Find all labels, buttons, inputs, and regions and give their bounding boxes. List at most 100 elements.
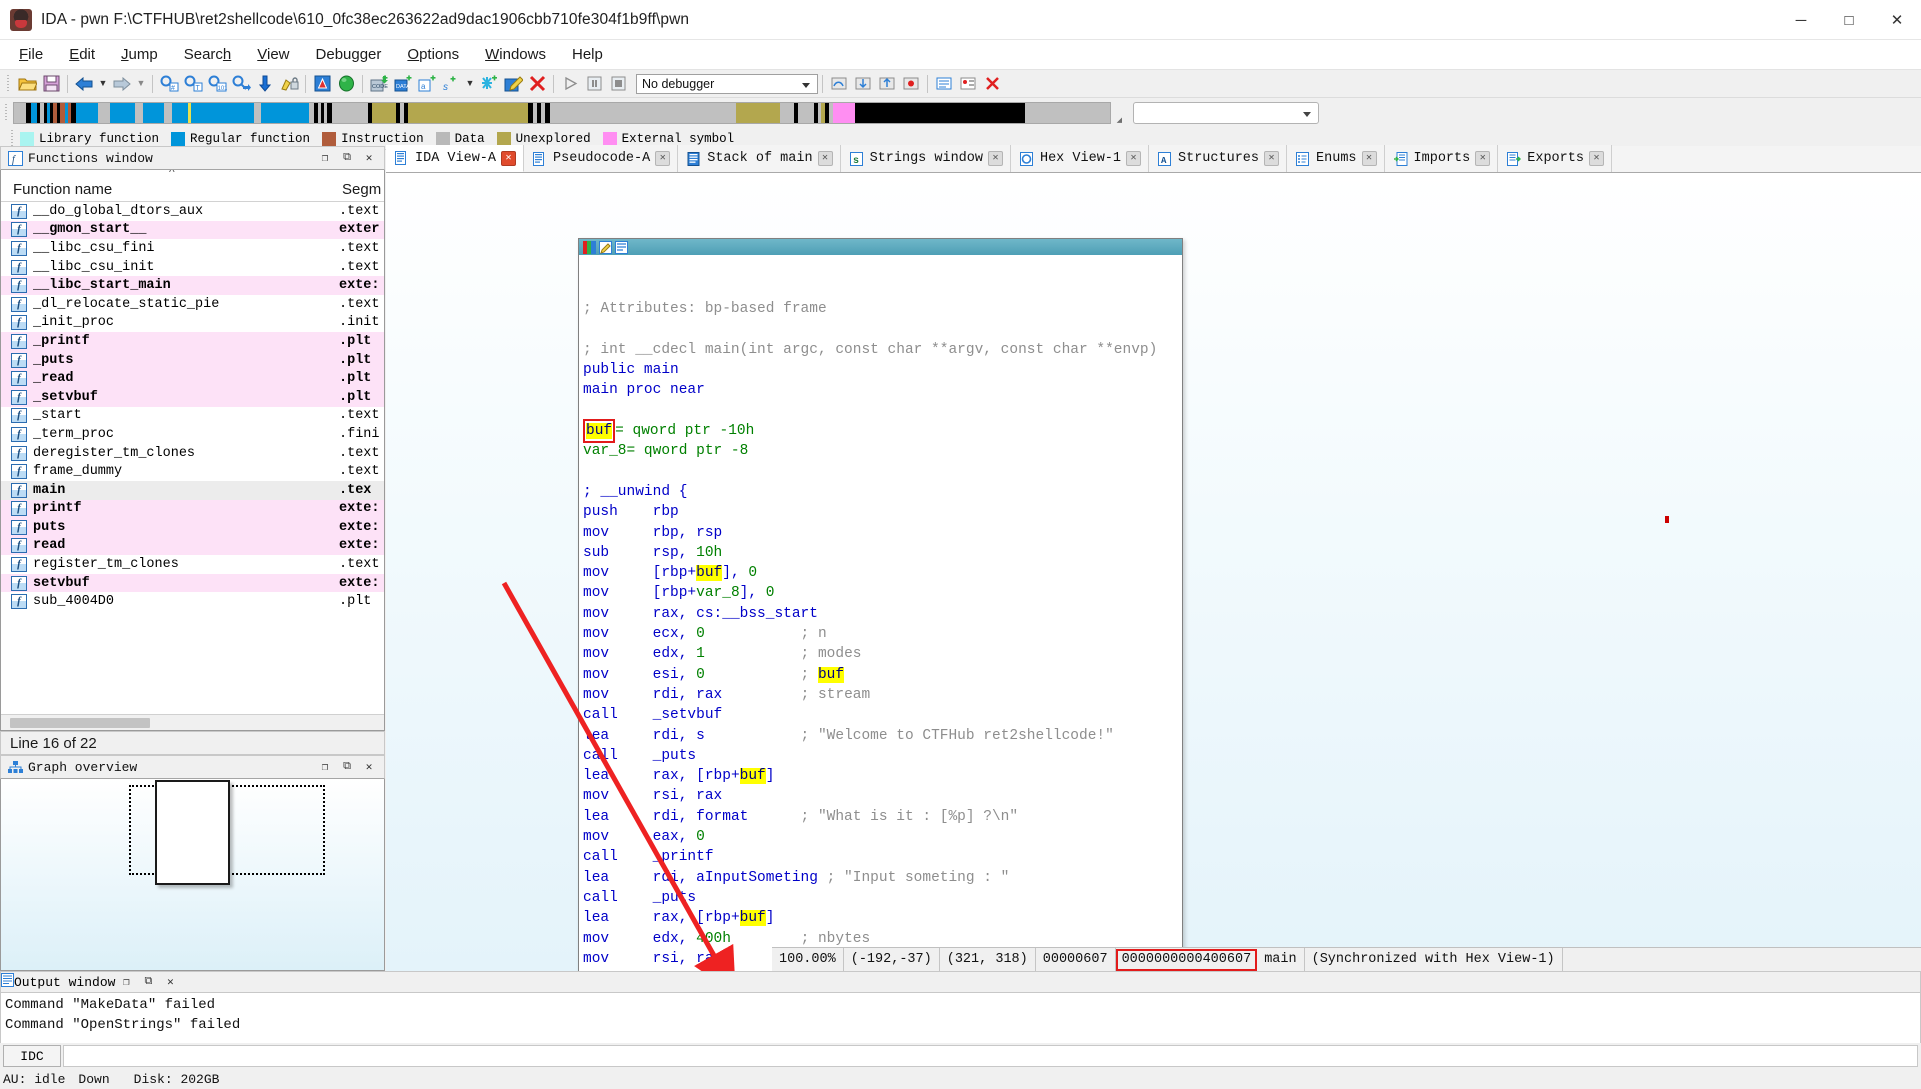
disassembly-line[interactable]: mov rax, cs:__bss_start [583, 604, 1182, 624]
tab-strings-window[interactable]: s Strings window ✕ [840, 145, 1011, 172]
disassembly-line[interactable]: push rbp [583, 502, 1182, 522]
make-array-icon[interactable]: a [416, 73, 438, 95]
highlight-lock-icon[interactable] [278, 73, 300, 95]
function-list-row[interactable]: f sub_4004D0 .plt [1, 592, 384, 611]
disassembly-area[interactable]: ; Attributes: bp-based frame ; int __cde… [386, 173, 1921, 971]
output-restore-button[interactable]: ⧉ [137, 972, 159, 992]
disassembly-line[interactable] [583, 320, 1182, 340]
disassembly-line[interactable]: mov rsi, rax [583, 786, 1182, 806]
disassembly-line[interactable]: lea rax, [rbp+buf] [583, 766, 1182, 786]
tab-pseudocode-a[interactable]: Pseudocode-A ✕ [524, 145, 679, 172]
column-header-function-name[interactable]: Function name [1, 181, 339, 198]
delete-icon[interactable] [526, 73, 548, 95]
disassembly-line[interactable]: main proc near [583, 380, 1182, 400]
tab-close-icon[interactable]: ✕ [1588, 151, 1604, 166]
functions-sort-indicator[interactable] [1, 170, 384, 179]
disassembly-line[interactable]: mov [rbp+var_8], 0 [583, 583, 1182, 603]
undefine-icon[interactable] [478, 73, 500, 95]
functions-list[interactable]: f __do_global_dtors_aux .text f __gmon_start… [1, 202, 384, 726]
function-list-row[interactable]: f printf exte: [1, 499, 384, 519]
function-list-row[interactable]: f __libc_csu_fini .text [1, 239, 384, 258]
disassembly-line[interactable]: mov edx, 400h ; nbytes [583, 929, 1182, 949]
disassembly-line[interactable]: lea rdi, format ; "What is it : [%p] ?\n… [583, 807, 1182, 827]
graph-maximize-button[interactable]: ❐ [314, 757, 336, 777]
disassembly-line[interactable]: mov ecx, 0 ; n [583, 624, 1182, 644]
disassembly-line[interactable]: buf = qword ptr -10h [583, 419, 1182, 444]
disassembly-line[interactable]: lea rax, [rbp+buf] [583, 908, 1182, 928]
toolbar-grip[interactable] [5, 73, 12, 95]
function-list-row[interactable]: f frame_dummy .text [1, 462, 384, 481]
tab-close-icon[interactable]: ✕ [501, 150, 517, 166]
make-data-icon[interactable]: DATA [392, 73, 414, 95]
pause-debugger-icon[interactable] [583, 73, 605, 95]
step-over-icon[interactable] [828, 73, 850, 95]
step-into-icon[interactable] [852, 73, 874, 95]
function-list-row[interactable]: f __gmon_start__ exter [1, 220, 384, 240]
disassembly-line[interactable]: ; Attributes: bp-based frame [583, 299, 1182, 319]
menu-file[interactable]: File [6, 43, 56, 66]
make-code-icon[interactable]: CODE [368, 73, 390, 95]
step-out-icon[interactable] [876, 73, 898, 95]
functions-maximize-button[interactable]: ❐ [314, 148, 336, 168]
disassembly-line[interactable] [583, 462, 1182, 482]
disassembly-line[interactable]: mov eax, 0 [583, 827, 1182, 847]
warning-icon[interactable] [311, 73, 333, 95]
search-text-icon[interactable]: T [182, 73, 204, 95]
menu-jump[interactable]: Jump [108, 43, 171, 66]
tab-structures[interactable]: A Structures ✕ [1149, 145, 1288, 172]
function-list-row[interactable]: f puts exte: [1, 518, 384, 537]
navband-grip[interactable] [3, 102, 11, 124]
disassembly-line[interactable]: mov rdi, rax ; stream [583, 685, 1182, 705]
column-header-segment[interactable]: Segm [339, 181, 384, 198]
disassembly-line[interactable]: lea rdi, s ; "Welcome to CTFHub ret2shel… [583, 726, 1182, 746]
graph-overview-body[interactable] [0, 779, 385, 971]
idc-command-input[interactable] [63, 1045, 1918, 1067]
save-icon[interactable] [40, 73, 62, 95]
disassembly-line[interactable] [583, 401, 1182, 421]
close-x-icon[interactable] [981, 73, 1003, 95]
jump-down-icon[interactable] [254, 73, 276, 95]
tab-exports[interactable]: Exports ✕ [1498, 145, 1612, 172]
output-close-button[interactable]: ✕ [159, 972, 181, 992]
tab-enums[interactable]: Enums ✕ [1287, 145, 1385, 172]
disassembly-line[interactable]: mov edx, 1 ; modes [583, 644, 1182, 664]
open-file-icon[interactable] [16, 73, 38, 95]
tab-close-icon[interactable]: ✕ [1475, 151, 1491, 166]
function-list-row[interactable]: f deregister_tm_clones .text [1, 444, 384, 463]
function-list-row[interactable]: f _term_proc .fini [1, 425, 384, 444]
disassembly-line[interactable]: lea rdi, aInputSometing ; "Input sometin… [583, 868, 1182, 888]
forward-arrow-icon[interactable] [111, 73, 133, 95]
disassembly-line[interactable]: var_8= qword ptr -8 [583, 441, 1182, 461]
menu-help[interactable]: Help [559, 43, 616, 66]
edit-function-icon[interactable] [502, 73, 524, 95]
maximize-button[interactable]: □ [1825, 0, 1873, 40]
function-list-row[interactable]: f _puts .plt [1, 350, 384, 370]
menu-edit[interactable]: Edit [56, 43, 108, 66]
functions-restore-button[interactable]: ⧉ [336, 148, 358, 168]
graph-node-window[interactable]: ; Attributes: bp-based frame ; int __cde… [578, 238, 1183, 971]
tab-imports[interactable]: Imports ✕ [1384, 145, 1499, 172]
search-hash-icon[interactable]: # [158, 73, 180, 95]
back-arrow-icon[interactable] [73, 73, 95, 95]
function-list-row[interactable]: f _init_proc .init [1, 314, 384, 333]
graph-layout-icon[interactable] [615, 240, 628, 254]
disassembly-line[interactable]: call _setvbuf [583, 705, 1182, 725]
tab-ida-view-a[interactable]: IDA View-A ✕ [386, 145, 525, 172]
idc-mode-button[interactable]: IDC [3, 1045, 61, 1067]
function-list-row[interactable]: f register_tm_clones .text [1, 555, 384, 574]
disassembly-line[interactable]: public main [583, 360, 1182, 380]
graph-close-button[interactable]: ✕ [358, 757, 380, 777]
menu-options[interactable]: Options [394, 43, 472, 66]
menu-search[interactable]: Search [171, 43, 245, 66]
tab-stack-of-main[interactable]: Stack of main ✕ [678, 145, 841, 172]
search-immediate-icon[interactable]: 101 [206, 73, 228, 95]
tab-close-icon[interactable]: ✕ [655, 151, 671, 166]
function-list-row[interactable]: f __libc_csu_init .text [1, 258, 384, 277]
forward-dropdown-icon[interactable]: ▼ [135, 73, 147, 95]
color-palette-icon[interactable] [583, 240, 596, 254]
function-list-row[interactable]: f __do_global_dtors_aux .text [1, 202, 384, 221]
run-to-cursor-icon[interactable] [900, 73, 922, 95]
make-struct-icon[interactable]: s [440, 73, 462, 95]
search-next-icon[interactable] [230, 73, 252, 95]
disassembly-line[interactable]: mov esi, 0 ; buf [583, 665, 1182, 685]
